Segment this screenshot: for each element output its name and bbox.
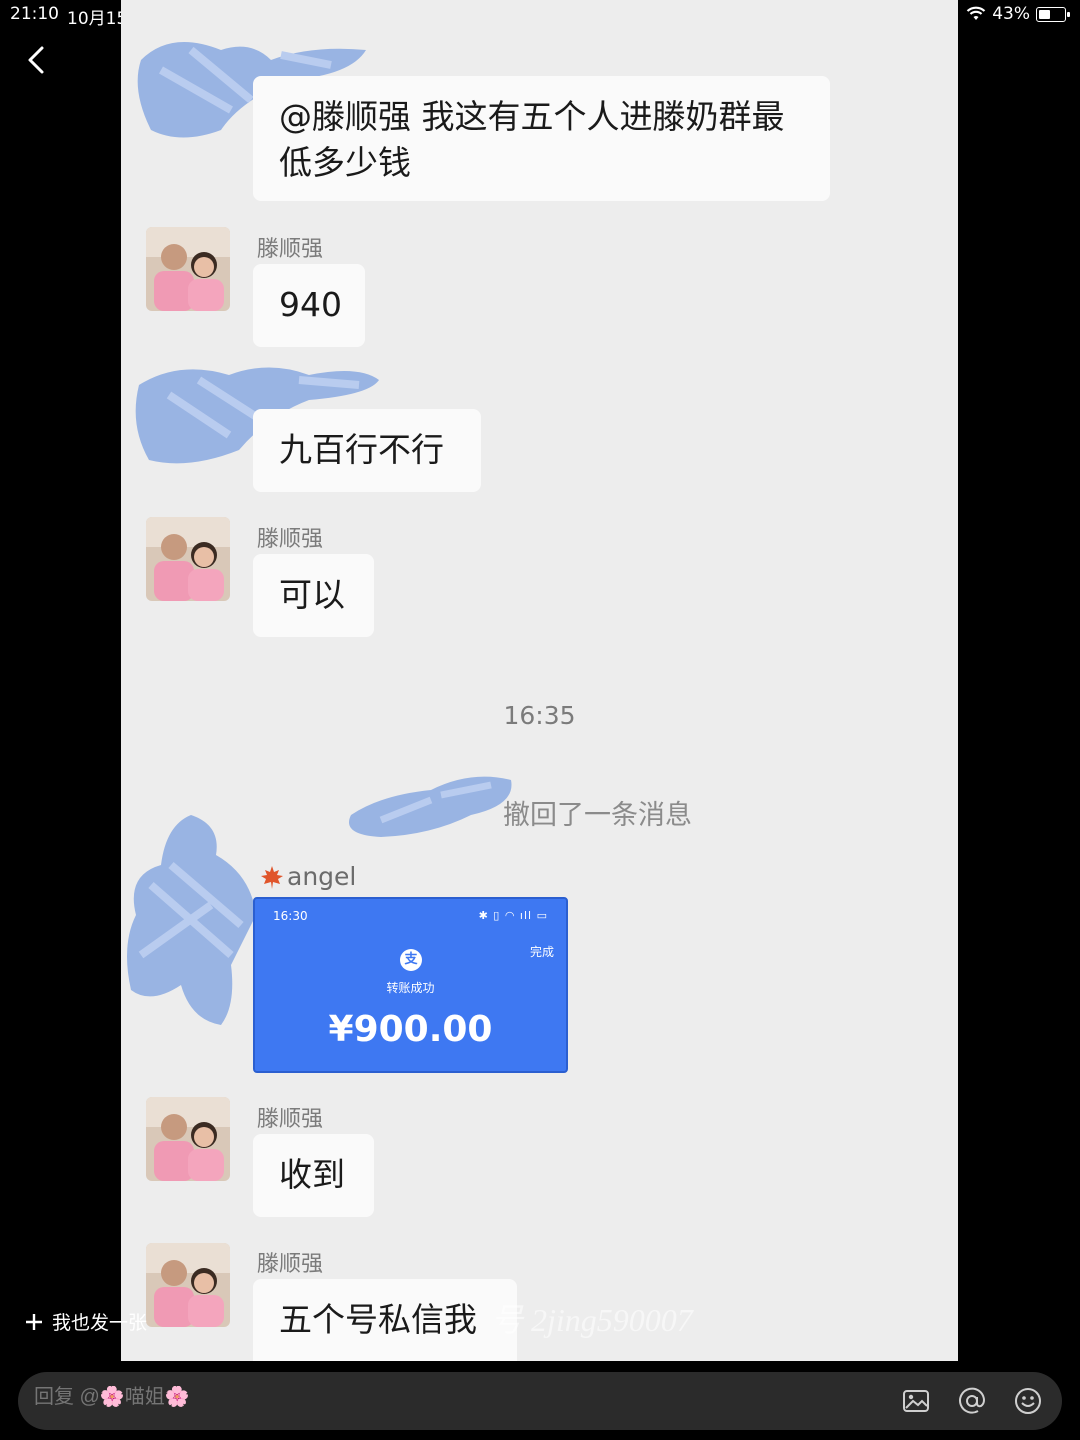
sender-name: 滕顺强 — [257, 1107, 324, 1132]
receipt-time: 16:30 — [273, 909, 308, 923]
message-text-line: @滕顺强 我这有五个人进滕奶群最 — [279, 97, 785, 136]
message-bubble[interactable]: 五个号私信我 — [253, 1279, 517, 1361]
message-text: 940 — [279, 285, 342, 324]
at-icon[interactable] — [956, 1385, 988, 1417]
plus-icon — [26, 1313, 42, 1330]
message-bubble[interactable]: 可以 — [253, 554, 374, 637]
maple-leaf-icon — [261, 865, 283, 889]
post-similar-label: 我也发一张 — [52, 1312, 148, 1334]
message-bubble[interactable]: 收到 — [253, 1134, 374, 1217]
receipt-amount: ¥900.00 — [328, 1009, 493, 1050]
shared-chat-screenshot[interactable]: @滕顺强 我这有五个人进滕奶群最 低多少钱 滕顺强 940 九百行不行 滕顺强 … — [121, 0, 958, 1361]
time-divider: 16:35 — [503, 701, 576, 730]
message-text: 九百行不行 — [279, 430, 444, 469]
status-time: 21:10 — [10, 4, 59, 24]
message-text-line: 低多少钱 — [279, 143, 411, 182]
post-similar-link[interactable]: 我也发一张 — [24, 1308, 147, 1335]
sender-name: 滕顺强 — [257, 527, 324, 552]
sender-name: angel — [287, 862, 357, 891]
message-bubble[interactable]: @滕顺强 我这有五个人进滕奶群最 低多少钱 — [253, 76, 830, 201]
status-indicators: 43% — [966, 4, 1070, 24]
avatar[interactable] — [146, 1243, 230, 1327]
battery-icon — [1036, 6, 1070, 22]
message-text: 收到 — [279, 1155, 345, 1194]
reply-actions — [900, 1385, 1044, 1417]
message-bubble[interactable]: 九百行不行 — [253, 409, 481, 492]
receipt-done: 完成 — [529, 945, 554, 959]
recall-notice: 撤回了一条消息 — [503, 800, 692, 831]
reply-input[interactable] — [34, 1386, 634, 1409]
back-arrow-icon[interactable] — [18, 40, 58, 80]
avatar[interactable] — [146, 1097, 230, 1181]
wifi-icon — [966, 6, 986, 20]
redaction-scribble — [127, 815, 256, 1025]
image-icon[interactable] — [900, 1385, 932, 1417]
sender-name: 滕顺强 — [257, 1252, 324, 1277]
message-text: 五个号私信我 — [279, 1300, 477, 1339]
battery-percent: 43% — [992, 4, 1030, 24]
avatar[interactable] — [146, 517, 230, 601]
alipay-icon: 支 — [400, 949, 422, 971]
transfer-receipt-image[interactable]: 16:30 ✱ ▯ ◠ ıll ▭ 完成 支 转账成功 ¥900.00 — [253, 897, 568, 1073]
redaction-scribble — [349, 776, 512, 837]
transfer-sender: angel — [259, 862, 356, 891]
reply-bar — [18, 1372, 1062, 1430]
sender-name: 滕顺强 — [257, 237, 324, 262]
message-bubble[interactable]: 940 — [253, 264, 365, 347]
message-text: 可以 — [279, 575, 345, 614]
receipt-status: 转账成功 — [386, 981, 435, 995]
emoji-icon[interactable] — [1012, 1385, 1044, 1417]
avatar[interactable] — [146, 227, 230, 311]
receipt-status-icons: ✱ ▯ ◠ ıll ▭ — [478, 909, 548, 922]
watermark: 号 2jing590007 — [491, 1302, 693, 1338]
